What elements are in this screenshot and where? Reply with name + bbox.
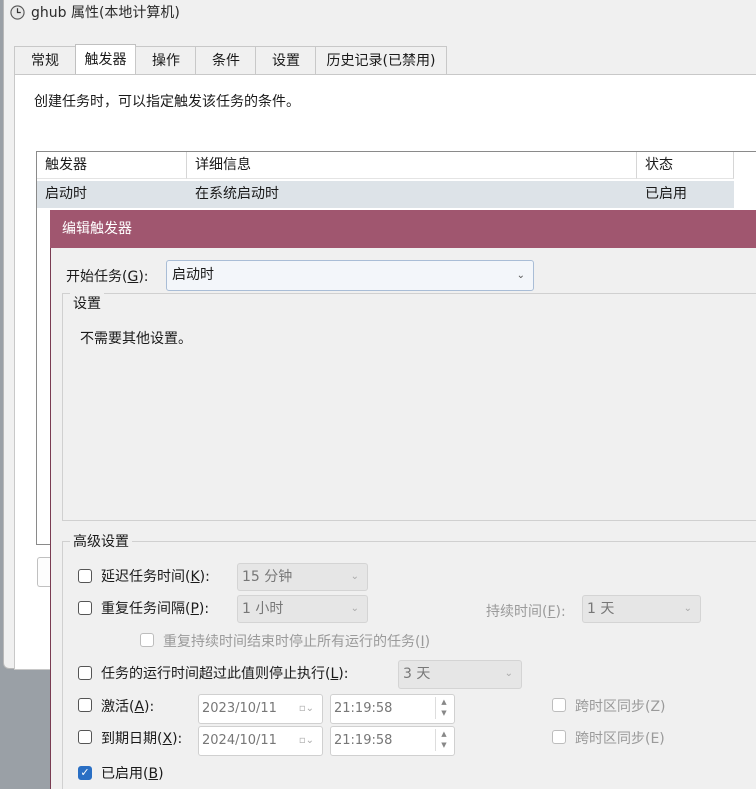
checkmark-icon: ✓ xyxy=(80,766,90,779)
expire-date-picker[interactable]: 2024/10/11 ▫⌄ xyxy=(198,726,323,756)
repeat-label: 重复任务间隔(P): xyxy=(101,601,210,617)
cell-trigger: 启动时 xyxy=(45,186,87,202)
activate-sync-label: 跨时区同步(Z) xyxy=(575,699,666,715)
stop-all-checkbox[interactable] xyxy=(140,633,154,647)
stop-all-label: 重复持续时间结束时停止所有运行的任务(I) xyxy=(163,634,431,650)
begin-task-select[interactable]: 启动时 ⌄ xyxy=(166,260,534,291)
spinner-icon[interactable]: ▲ ▼ xyxy=(435,729,452,751)
clock-icon xyxy=(10,5,25,20)
table-row[interactable] xyxy=(37,181,734,208)
expire-time: 21:19:58 xyxy=(334,733,393,748)
expire-label: 到期日期(X): xyxy=(101,731,183,747)
expire-checkbox[interactable] xyxy=(78,730,92,744)
advanced-settings-title: 高级设置 xyxy=(70,531,132,551)
settings-group-title: 设置 xyxy=(70,293,104,313)
begin-task-value: 启动时 xyxy=(172,267,214,283)
delay-value: 15 分钟 xyxy=(242,569,293,585)
activate-sync-checkbox[interactable] xyxy=(552,698,566,712)
chevron-down-icon: ⌄ xyxy=(350,603,359,614)
tab-history[interactable]: 历史记录(已禁用) xyxy=(315,46,447,75)
activate-date: 2023/10/11 xyxy=(202,701,277,716)
begin-task-label: 开始任务(G): xyxy=(66,269,149,285)
enabled-checkbox[interactable]: ✓ xyxy=(78,766,92,780)
expire-date: 2024/10/11 xyxy=(202,733,277,748)
duration-label: 持续时间(F): xyxy=(486,604,566,620)
dialog-title: 编辑触发器 xyxy=(50,210,756,248)
enabled-label: 已启用(B) xyxy=(101,766,164,782)
stop-if-select[interactable]: 3 天 ⌄ xyxy=(398,660,522,689)
chevron-down-icon: ⌄ xyxy=(683,603,692,614)
activate-date-picker[interactable]: 2023/10/11 ▫⌄ xyxy=(198,694,323,724)
column-header-trigger[interactable]: 触发器 xyxy=(37,152,187,179)
tab-general[interactable]: 常规 xyxy=(14,46,76,75)
column-header-details[interactable]: 详细信息 xyxy=(187,152,637,179)
triggers-description: 创建任务时，可以指定触发该任务的条件。 xyxy=(34,94,300,110)
column-header-status[interactable]: 状态 xyxy=(637,152,734,179)
stop-if-checkbox[interactable] xyxy=(78,666,92,680)
delay-label: 延迟任务时间(K): xyxy=(101,569,210,585)
repeat-checkbox[interactable] xyxy=(78,601,92,615)
tab-triggers[interactable]: 触发器 xyxy=(75,44,136,76)
expire-sync-checkbox[interactable] xyxy=(552,730,566,744)
delay-checkbox[interactable] xyxy=(78,569,92,583)
stop-if-label: 任务的运行时间超过此值则停止执行(L): xyxy=(101,666,349,682)
calendar-icon: ▫⌄ xyxy=(298,735,314,746)
cell-status: 已启用 xyxy=(645,186,687,202)
repeat-select[interactable]: 1 小时 ⌄ xyxy=(237,595,368,623)
cell-details: 在系统启动时 xyxy=(195,186,279,202)
activate-time-input[interactable]: 21:19:58 ▲ ▼ xyxy=(330,694,455,724)
delay-select[interactable]: 15 分钟 ⌄ xyxy=(237,563,368,591)
settings-text: 不需要其他设置。 xyxy=(80,331,192,347)
duration-value: 1 天 xyxy=(587,601,615,617)
activate-time: 21:19:58 xyxy=(334,701,393,716)
tab-actions[interactable]: 操作 xyxy=(135,46,197,75)
window-title-text: ghub 属性(本地计算机) xyxy=(31,5,180,21)
activate-checkbox[interactable] xyxy=(78,698,92,712)
chevron-down-icon: ⌄ xyxy=(504,668,513,679)
tab-conditions[interactable]: 条件 xyxy=(195,46,257,75)
activate-label: 激活(A): xyxy=(101,699,155,715)
stop-if-value: 3 天 xyxy=(403,666,431,682)
repeat-value: 1 小时 xyxy=(242,601,284,617)
window-title: ghub 属性(本地计算机) xyxy=(10,0,180,28)
expire-sync-label: 跨时区同步(E) xyxy=(575,731,665,747)
calendar-icon: ▫⌄ xyxy=(298,703,314,714)
chevron-down-icon: ⌄ xyxy=(350,571,359,582)
chevron-down-icon: ⌄ xyxy=(516,270,525,281)
spinner-icon[interactable]: ▲ ▼ xyxy=(435,697,452,719)
expire-time-input[interactable]: 21:19:58 ▲ ▼ xyxy=(330,726,455,756)
duration-select[interactable]: 1 天 ⌄ xyxy=(582,595,701,623)
tab-settings[interactable]: 设置 xyxy=(255,46,317,75)
